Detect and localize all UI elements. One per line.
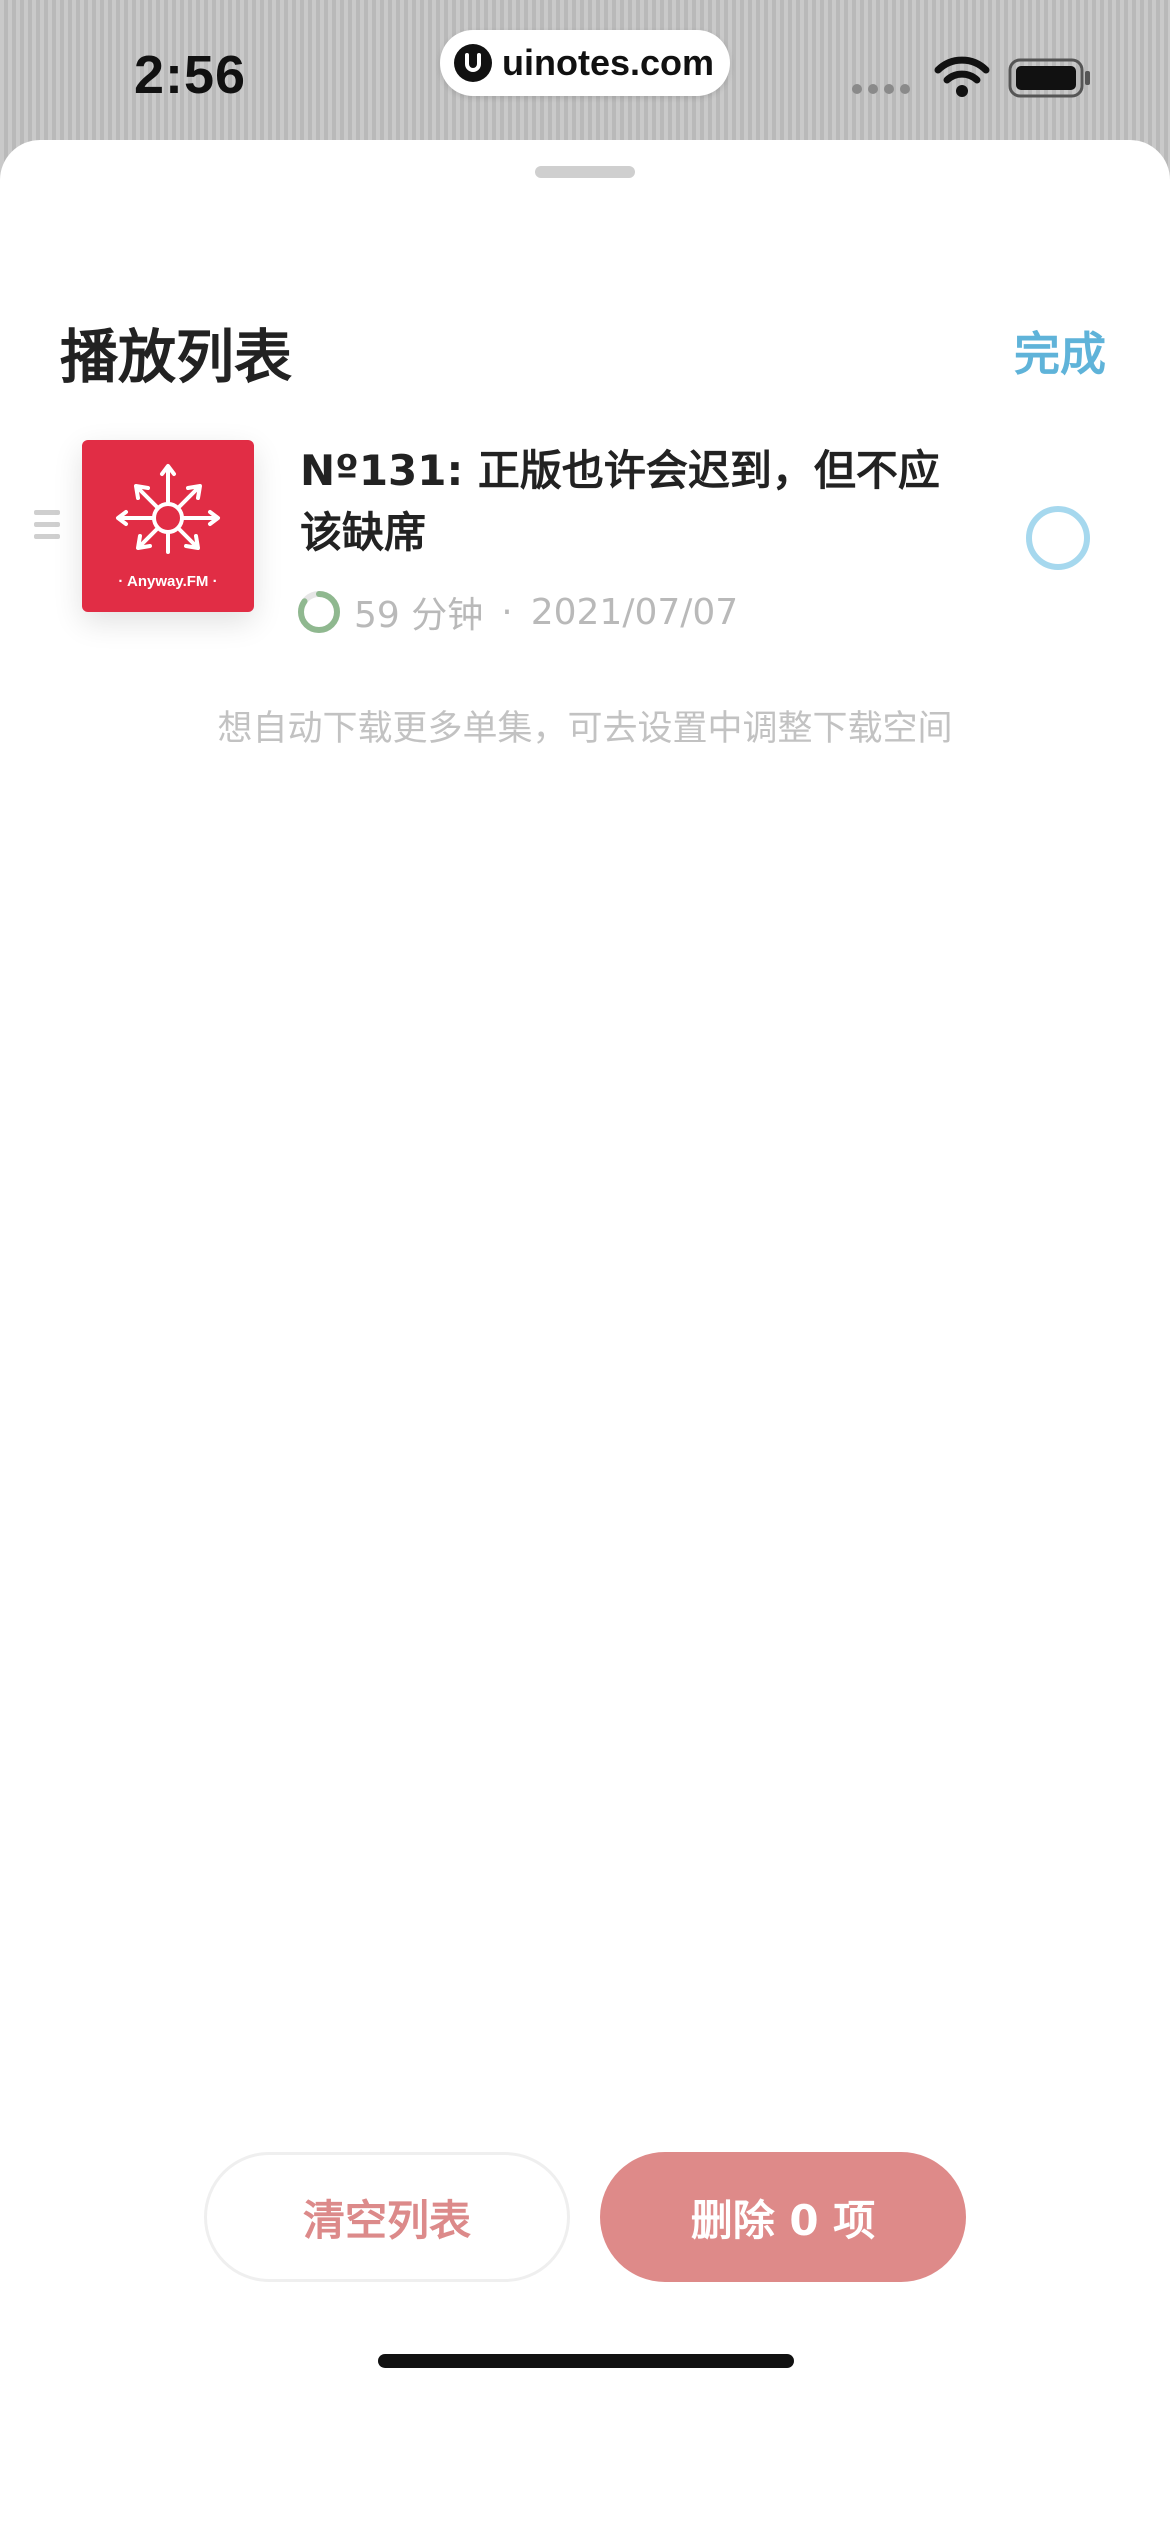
wifi-icon [934, 56, 990, 97]
playlist-sheet: 播放列表 完成 · Anyway.FM · Nº131: 正版也许会迟到，但不应… [0, 140, 1170, 2532]
meta-separator: · [501, 591, 513, 633]
episode-meta: 59 分钟 · 2021/07/07 [296, 586, 738, 638]
episode-title: Nº131: 正版也许会迟到，但不应该缺席 [300, 446, 940, 557]
drag-handle-icon[interactable] [34, 510, 60, 546]
sheet-title: 播放列表 [60, 323, 293, 391]
url-text: uinotes.com [502, 42, 715, 83]
status-bar: 2:56 uinotes.com [0, 0, 1170, 140]
delete-button[interactable]: 删除 0 项 [600, 2152, 966, 2282]
battery-icon [1008, 58, 1090, 98]
status-time: 2:56 [134, 45, 247, 105]
episode-cover: · Anyway.FM · [82, 440, 254, 612]
download-progress-icon [298, 591, 340, 633]
cover-label: · Anyway.FM · [118, 573, 218, 590]
site-logo-icon [454, 44, 492, 82]
sheet-grabber[interactable] [535, 166, 635, 178]
download-hint: 想自动下载更多单集，可去设置中调整下载空间 [217, 709, 953, 749]
episode-duration: 59 分钟 [354, 595, 484, 636]
select-checkbox[interactable] [1026, 506, 1090, 570]
clear-list-button[interactable]: 清空列表 [204, 2152, 570, 2282]
cellular-signal-icon [852, 84, 910, 94]
episode-date: 2021/07/07 [530, 591, 739, 633]
done-button[interactable]: 完成 [1014, 318, 1106, 384]
home-indicator [378, 2354, 794, 2368]
playlist-item[interactable]: · Anyway.FM · Nº131: 正版也许会迟到，但不应该缺席 59 分… [0, 410, 1170, 650]
url-pill[interactable]: uinotes.com [440, 30, 730, 96]
